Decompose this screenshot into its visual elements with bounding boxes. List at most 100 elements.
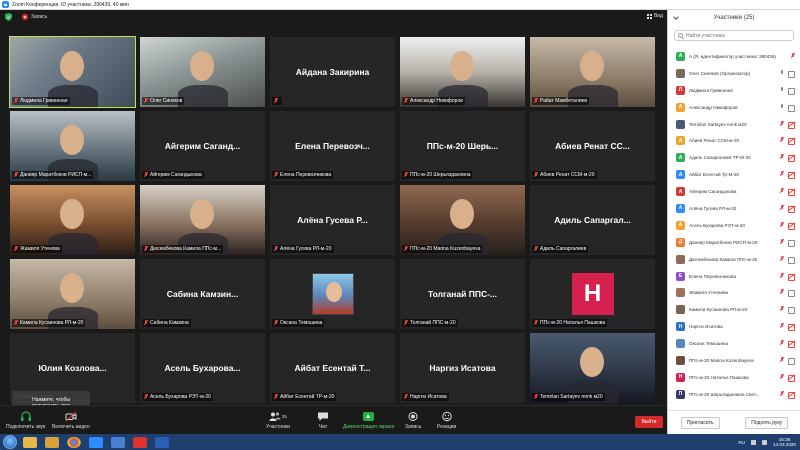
participant-row[interactable]: Temirlan Sartayev mmk м20: [668, 116, 800, 133]
participant-tile[interactable]: Оксана Темошина: [270, 259, 395, 329]
record-dot-icon: [22, 14, 28, 20]
participant-tile[interactable]: Данияр Маратбеков РИСП-м...: [10, 111, 135, 181]
participant-tile[interactable]: Дюсембекова Камила ППс-м...: [140, 185, 265, 255]
participant-row[interactable]: Е Елена Перевозчикова: [668, 268, 800, 285]
participant-tile[interactable]: Людмила Гривенная: [9, 36, 136, 108]
participant-tile[interactable]: Камила Кусаинова РЛ-м-20: [10, 259, 135, 329]
participant-tile[interactable]: ППс-м-20 Marina Kuzenbayeva: [400, 185, 525, 255]
participant-row[interactable]: Жамиля Утепаева: [668, 284, 800, 301]
participant-tile[interactable]: Айдана Закирина: [270, 37, 395, 107]
participant-row[interactable]: Д Данияр Маратбеков РИСП-м-20: [668, 234, 800, 251]
participant-row[interactable]: А Александр Никифоров: [668, 99, 800, 116]
participant-name: Асель Бухарова...: [164, 363, 241, 373]
headphones-icon: [20, 411, 32, 422]
participant-tile[interactable]: Толганай ППС-... Толганай ППС-м-20: [400, 259, 525, 329]
mic-muted-icon: [14, 320, 18, 326]
file-explorer-icon[interactable]: [23, 436, 37, 448]
invite-button[interactable]: Пригласить: [680, 416, 720, 429]
participant-search-input[interactable]: [686, 32, 786, 39]
shield-icon[interactable]: [5, 13, 12, 21]
participant-row[interactable]: Дюсембекова Камила ППс-м-20: [668, 251, 800, 268]
participant-row-name: Жамиля Утепаева: [689, 290, 729, 296]
participant-tile[interactable]: Алёна Гусева Р... Алёна Гусева РЛ-м-20: [270, 185, 395, 255]
participant-row[interactable]: А Алёна Гусева РЛ-м-20: [668, 200, 800, 217]
participant-tile[interactable]: Александр Никифоров: [400, 37, 525, 107]
participant-row[interactable]: А Абиев Ренат ССМ-м-20: [668, 132, 800, 149]
zoom-app-icon[interactable]: [89, 436, 103, 448]
participant-row[interactable]: Олег Синяков (Организатор): [668, 65, 800, 82]
mic-muted-icon: [780, 221, 784, 228]
participant-status-icons: [780, 357, 795, 366]
participant-row[interactable]: А Асель Бухарова РЭТ-м-20: [668, 217, 800, 234]
participant-tile[interactable]: Сабина Камзин... Сабина Камзина: [140, 259, 265, 329]
reactions-button[interactable]: Реакции: [437, 411, 456, 430]
clock[interactable]: 15:36 14.03.2020: [773, 437, 796, 448]
participant-status-icons: [780, 188, 795, 197]
chevron-down-icon[interactable]: [673, 14, 679, 20]
join-audio-button[interactable]: Подключить звук: [6, 411, 45, 430]
participant-tile[interactable]: Абиев Ренат СС... Абиев Ренат ССМ-м-20: [530, 111, 655, 181]
participants-button[interactable]: 25 Участники: [266, 411, 290, 430]
participant-status-icons: [780, 171, 795, 180]
participant-tile[interactable]: Райат Мамбеталиев: [530, 37, 655, 107]
pdf-icon[interactable]: [133, 436, 147, 448]
participant-tile[interactable]: Жамиля Утенова: [10, 185, 135, 255]
participant-row[interactable]: А А (Я, идентификатор участника: 290439): [668, 48, 800, 65]
language-indicator[interactable]: RU: [738, 440, 745, 445]
participant-row[interactable]: А Айгерим Сагандыкова: [668, 183, 800, 200]
participant-tile[interactable]: Елена Перевозч... Елена Перевозчикова: [270, 111, 395, 181]
word-icon[interactable]: [155, 436, 169, 448]
folder-icon[interactable]: [45, 436, 59, 448]
recording-indicator[interactable]: Запись: [22, 14, 47, 20]
participant-status-icons: [780, 272, 795, 281]
start-video-button[interactable]: Включить видео: [52, 411, 90, 430]
participant-row[interactable]: А Айбат Есентай Тр-М-20: [668, 166, 800, 183]
participant-tile[interactable]: Temirlan Sartayev mmk м20: [530, 333, 655, 403]
participant-row[interactable]: Камила Кусаинова РЛ-м-20: [668, 301, 800, 318]
join-audio-label: Подключить звук: [6, 424, 46, 430]
chrome-icon[interactable]: [67, 436, 81, 448]
tile-name-text: Олег Синяков: [150, 98, 183, 104]
media-icon[interactable]: [111, 436, 125, 448]
tile-name-label: Дюсембекова Камила ППс-м...: [142, 245, 224, 253]
raise-hand-button[interactable]: Поднять руку: [745, 416, 789, 429]
record-button[interactable]: Запись: [405, 411, 421, 430]
participant-row[interactable]: Н Наргиз Исатова: [668, 318, 800, 335]
tile-name-text: ППс-м-20 Наталья Пашкова: [540, 320, 606, 326]
mic-muted-icon: [404, 320, 408, 326]
video-icon: [788, 87, 795, 95]
participant-name: Айгерим Саганд...: [164, 141, 241, 151]
view-button[interactable]: Вид: [646, 13, 663, 19]
tile-name-text: Сабина Камзина: [150, 320, 189, 326]
participant-tile[interactable]: Н ППс-м-20 Наталья Пашкова: [530, 259, 655, 329]
participant-tile[interactable]: Айгерим Саганд... Айгерим Сагандыкова: [140, 111, 265, 181]
participant-row[interactable]: Оксана Темошина: [668, 335, 800, 352]
mic-muted-icon: [534, 246, 538, 252]
participant-tile[interactable]: Асель Бухарова... Асель Бухарова РЭТ-м-20: [140, 333, 265, 403]
mic-muted-icon: [780, 238, 784, 245]
participant-tile[interactable]: Наргиз Исатова Наргиз Исатова: [400, 333, 525, 403]
participant-tile[interactable]: Адиль Сапаргал... Адиль Сапаргалиев: [530, 185, 655, 255]
leave-button[interactable]: Выйти: [635, 416, 663, 428]
participant-row[interactable]: ППс-м-20 Marina Kuzenbayeva: [668, 352, 800, 369]
network-icon[interactable]: [751, 439, 756, 445]
participant-row-name: А (Я, идентификатор участника: 290439): [689, 53, 776, 59]
participant-row[interactable]: Л Людмила Гривенная: [668, 82, 800, 99]
participant-avatar: [676, 68, 685, 78]
participant-row[interactable]: Н ППс-м-20 Наталья Пашкова: [668, 369, 800, 386]
volume-icon[interactable]: [762, 439, 767, 445]
participant-status-icons: [780, 120, 795, 129]
participant-tile[interactable]: Айбат Есентай Т... Айбат Есентай ТР-м-20: [270, 333, 395, 403]
start-button[interactable]: [3, 435, 17, 449]
share-screen-button[interactable]: Демонстрация экрана: [343, 411, 394, 430]
mic-muted-icon: [780, 188, 784, 194]
participant-tile[interactable]: ППс-м-20 Шерь... ППс-м-20 Шерьяздановна: [400, 111, 525, 181]
participant-row[interactable]: А Адиль Сапаргалиев ТР-М-20: [668, 149, 800, 166]
tile-name-label: Айгерим Сагандыкова: [142, 171, 204, 179]
participant-row[interactable]: П ППс-м-20 Шерьяздановна Свет...: [668, 386, 800, 403]
participants-icon: 25: [267, 411, 289, 422]
chat-button[interactable]: Чат: [317, 411, 329, 430]
record-icon: [407, 411, 419, 422]
tile-name-text: Дюсембекова Камила ППс-м...: [150, 246, 222, 252]
participant-tile[interactable]: Олег Синяков: [140, 37, 265, 107]
